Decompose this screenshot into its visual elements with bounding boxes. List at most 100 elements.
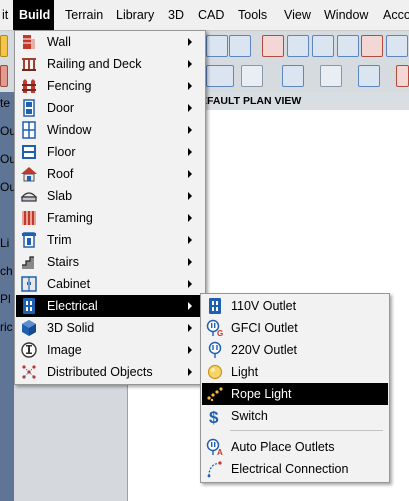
toolbar-button[interactable] [386,35,408,57]
solid-3d-icon [22,320,36,336]
left-panel-fragment: te [0,96,11,110]
menu-item-fencing[interactable]: Fencing [16,75,204,97]
menu-item-label: Fencing [47,79,92,93]
electrical-connection-icon [207,461,222,478]
toolbar-button[interactable] [396,65,409,87]
menu-item-label: Floor [47,145,76,159]
submenu-arrow-icon [188,368,192,376]
menu-item-label: Trim [47,233,72,247]
menu-item-switch[interactable]: $ Switch [202,405,388,427]
menu-item-window[interactable]: Window [16,119,204,141]
menu-tools[interactable]: Tools [232,0,273,30]
menu-build[interactable]: Build [13,0,54,30]
menu-item-electrical-connection[interactable]: Electrical Connection [202,458,388,480]
menu-item-auto-place-outlets[interactable]: A Auto Place Outlets [202,436,388,458]
roof-icon [21,167,37,182]
submenu-arrow-icon [188,104,192,112]
menu-item-framing[interactable]: Framing [16,207,204,229]
toolbar-button[interactable] [262,35,284,57]
outlet-110v-icon [209,298,221,314]
menu-item-label: Switch [231,409,268,423]
stairs-icon [22,256,34,269]
menu-item-floor[interactable]: Floor [16,141,204,163]
submenu-arrow-icon [188,38,192,46]
menu-item-rope-light[interactable]: Rope Light [202,383,388,405]
cabinet-icon [21,276,37,292]
door-icon [23,99,35,117]
submenu-arrow-icon [188,60,192,68]
svg-text:A: A [217,448,223,456]
submenu-arrow-icon [188,324,192,332]
menu-3d[interactable]: 3D [162,0,190,30]
svg-text:$: $ [209,408,219,425]
window-icon [22,121,36,139]
toolbar-button[interactable] [282,65,304,87]
submenu-arrow-icon [188,280,192,288]
menu-separator [230,430,383,431]
svg-text:G: G [217,329,223,337]
menu-item-label: Door [47,101,75,115]
menu-item-light[interactable]: Light [202,361,388,383]
toolbar-button[interactable] [229,35,251,57]
menu-item-railing-and-deck[interactable]: Railing and Deck [16,53,204,75]
toolbar-button[interactable] [206,35,228,57]
menu-item-image[interactable]: Image [16,339,204,361]
menu-item-wall[interactable]: Wall [16,31,204,53]
left-panel-fragment: Pl [0,292,11,306]
menu-item-label: Wall [47,35,71,49]
toolbar-button[interactable] [206,65,234,87]
menu-item-label: Cabinet [47,277,91,291]
distributed-objects-icon [22,365,36,379]
menu-item-stairs[interactable]: Stairs [16,251,204,273]
menu-item-label: Slab [47,189,73,203]
toolbar-button[interactable] [287,35,309,57]
menu-item-slab[interactable]: Slab [16,185,204,207]
menu-item-gfci-outlet[interactable]: G GFCI Outlet [202,317,388,339]
menu-cad[interactable]: CAD [192,0,230,30]
menu-item-label: 3D Solid [47,321,95,335]
switch-icon: $ [209,408,219,425]
menu-account[interactable]: Acco [377,0,409,30]
submenu-arrow-icon [188,214,192,222]
menu-view[interactable]: View [278,0,317,30]
menu-item-label: Stairs [47,255,79,269]
menu-item-label: Rope Light [231,387,292,401]
submenu-arrow-icon [188,258,192,266]
toolbar-button[interactable] [0,35,8,57]
submenu-arrow-icon [188,170,192,178]
menu-window[interactable]: Window [318,0,374,30]
toolbar-button[interactable] [320,65,342,87]
menu-item-roof[interactable]: Roof [16,163,204,185]
submenu-arrow-icon [188,192,192,200]
menu-item-label: Electrical [47,299,98,313]
build-menu: Wall Railing and Deck Fencing Door Windo… [14,30,206,385]
menu-terrain[interactable]: Terrain [59,0,109,30]
toolbar-button[interactable] [0,65,8,87]
auto-place-outlets-icon: A [206,438,223,456]
menu-library[interactable]: Library [110,0,160,30]
toolbar-button[interactable] [361,35,383,57]
toolbar-button[interactable] [337,35,359,57]
menu-item-distributed-objects[interactable]: Distributed Objects [16,361,204,383]
toolbar-button[interactable] [241,65,263,87]
electrical-icon [23,298,35,314]
gfci-outlet-icon: G [206,319,223,337]
image-icon [21,342,37,358]
menu-item-trim[interactable]: Trim [16,229,204,251]
menu-item-label: 220V Outlet [231,343,298,357]
toolbar-button[interactable] [358,65,380,87]
submenu-arrow-icon [188,126,192,134]
menu-item-110v-outlet[interactable]: 110V Outlet [202,295,388,317]
menu-item-220v-outlet[interactable]: 220V Outlet [202,339,388,361]
left-panel-fragment: Li [0,236,10,250]
menu-bar: it Build Terrain Library 3D CAD Tools Vi… [0,0,409,31]
menu-item-3d-solid[interactable]: 3D Solid [16,317,204,339]
railing-icon [22,58,36,71]
fencing-icon [22,79,36,93]
submenu-arrow-icon [188,236,192,244]
menu-item-cabinet[interactable]: Cabinet [16,273,204,295]
menu-item-electrical[interactable]: Electrical [16,295,204,317]
menu-item-label: Roof [47,167,74,181]
toolbar-button[interactable] [312,35,334,57]
menu-item-door[interactable]: Door [16,97,204,119]
